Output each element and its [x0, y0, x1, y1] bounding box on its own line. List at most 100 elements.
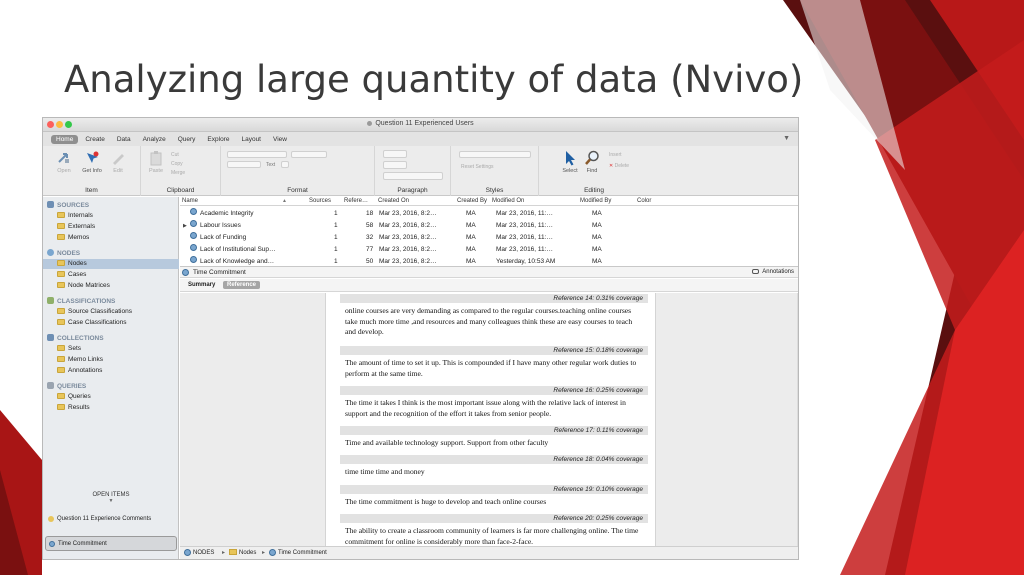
- reference-block: Reference 18: 0.04% coverage time time t…: [340, 455, 648, 478]
- node-icon: [190, 220, 197, 227]
- node-icon: [190, 208, 197, 215]
- nav-item-memo-links[interactable]: Memo Links: [43, 355, 179, 365]
- navigation-pane: SOURCES Internals Externals Memos NODES …: [43, 197, 179, 559]
- column-modified-on[interactable]: Modified On: [492, 198, 524, 204]
- text-color-button[interactable]: Text: [266, 162, 275, 168]
- tab-data[interactable]: Data: [112, 135, 136, 144]
- collapse-ribbon-icon[interactable]: ▼: [783, 135, 790, 142]
- merge-button[interactable]: Merge: [171, 170, 185, 176]
- edit-button[interactable]: Edit: [107, 150, 129, 182]
- speech-bubble-icon: [752, 269, 760, 274]
- reset-settings-button[interactable]: Reset Settings: [461, 164, 494, 170]
- folder-icon: [57, 212, 65, 218]
- table-row[interactable]: Lack of Funding 1 32 Mar 23, 2016, 8:2… …: [180, 232, 798, 244]
- folder-icon: [229, 549, 237, 555]
- indent-buttons[interactable]: [383, 161, 407, 169]
- column-created-by[interactable]: Created By: [457, 198, 487, 204]
- detail-view-header: Time Commitment Annotations: [180, 266, 798, 278]
- nav-item-memos[interactable]: Memos: [43, 233, 179, 243]
- nav-section-collections[interactable]: COLLECTIONS: [47, 334, 104, 343]
- nav-item-case-classifications[interactable]: Case Classifications: [43, 318, 179, 328]
- nav-item-internals[interactable]: Internals: [43, 211, 179, 221]
- breadcrumb-time-commitment[interactable]: Time Commitment: [269, 547, 327, 559]
- annotations-button[interactable]: Annotations: [752, 267, 794, 278]
- nav-item-cases[interactable]: Cases: [43, 270, 179, 280]
- ribbon-group-editing: Select Find Insert ✕ Delete Editing: [539, 146, 649, 196]
- table-row[interactable]: ▶ Labour Issues 1 58 Mar 23, 2016, 8:2… …: [180, 220, 798, 232]
- magnifier-icon: [585, 150, 599, 165]
- delete-button[interactable]: ✕ Delete: [609, 163, 629, 169]
- table-row[interactable]: Lack of Institutional Sup… 1 77 Mar 23, …: [180, 244, 798, 256]
- find-button[interactable]: Find: [581, 150, 603, 182]
- nav-item-source-classifications[interactable]: Source Classifications: [43, 307, 179, 317]
- open-item-question-11[interactable]: Question 11 Experience Comments: [45, 512, 177, 527]
- folder-icon: [57, 271, 65, 277]
- style-select[interactable]: [459, 151, 531, 158]
- nav-item-externals[interactable]: Externals: [43, 222, 179, 232]
- tab-layout[interactable]: Layout: [236, 135, 266, 144]
- reference-page[interactable]: Reference 14: 0.31% coverage online cour…: [325, 293, 656, 546]
- tab-explore[interactable]: Explore: [202, 135, 234, 144]
- folder-icon: [57, 356, 65, 362]
- project-icon: [367, 120, 373, 126]
- detail-tabs: Summary Reference: [180, 279, 798, 292]
- window-title: Question 11 Experienced Users: [43, 120, 798, 127]
- font-size-select[interactable]: [291, 151, 327, 158]
- column-references[interactable]: Refere…: [344, 198, 368, 204]
- copy-button[interactable]: Copy: [171, 161, 183, 167]
- ribbon-tabs: Home Create Data Analyze Query Explore L…: [43, 132, 798, 146]
- collections-icon: [47, 334, 54, 341]
- tab-view[interactable]: View: [268, 135, 292, 144]
- folder-icon: [57, 367, 65, 373]
- nav-item-node-matrices[interactable]: Node Matrices: [43, 281, 179, 291]
- alignment-buttons[interactable]: [383, 172, 443, 180]
- list-buttons[interactable]: [383, 150, 407, 158]
- ribbon-group-clipboard: Paste Cut Copy Merge Clipboard: [141, 146, 221, 196]
- insert-button[interactable]: Insert: [609, 152, 622, 158]
- tab-home[interactable]: Home: [51, 134, 79, 144]
- breadcrumb-nodes-folder[interactable]: Nodes: [229, 547, 256, 559]
- node-icon: [190, 244, 197, 251]
- column-created-on[interactable]: Created On: [378, 198, 409, 204]
- nav-item-queries[interactable]: Queries: [43, 392, 179, 402]
- open-button[interactable]: Open: [53, 150, 75, 182]
- open-icon: [58, 153, 69, 163]
- select-button[interactable]: Select: [559, 150, 581, 182]
- nav-section-queries[interactable]: QUERIES: [47, 382, 86, 391]
- open-item-time-commitment[interactable]: Time Commitment: [45, 536, 177, 551]
- table-row[interactable]: Academic Integrity 1 18 Mar 23, 2016, 8:…: [180, 208, 798, 220]
- ribbon-group-item: Open Get Info Edit Item: [43, 146, 141, 196]
- table-row[interactable]: Lack of Knowledge and… 1 50 Mar 23, 2016…: [180, 256, 798, 266]
- tab-create[interactable]: Create: [80, 135, 110, 144]
- disclosure-triangle-icon[interactable]: ▶: [183, 220, 187, 232]
- cut-button[interactable]: Cut: [171, 152, 179, 158]
- highlight-button[interactable]: [281, 161, 289, 168]
- font-style-buttons[interactable]: [227, 161, 261, 168]
- nav-section-classifications[interactable]: CLASSIFICATIONS: [47, 297, 115, 306]
- tab-query[interactable]: Query: [173, 135, 201, 144]
- nav-section-sources[interactable]: SOURCES: [47, 201, 89, 210]
- tab-summary[interactable]: Summary: [184, 281, 219, 289]
- nav-item-results[interactable]: Results: [43, 403, 179, 413]
- open-items-header[interactable]: OPEN ITEMS ▼: [43, 492, 179, 504]
- get-info-button[interactable]: Get Info: [81, 150, 103, 182]
- sort-ascending-icon[interactable]: ▲: [282, 198, 287, 204]
- reference-block: Reference 14: 0.31% coverage online cour…: [340, 294, 648, 338]
- vertical-scrollbar[interactable]: [797, 293, 798, 546]
- nav-item-nodes[interactable]: Nodes: [43, 259, 179, 269]
- nav-section-nodes[interactable]: NODES: [47, 249, 80, 258]
- queries-icon: [47, 382, 54, 389]
- breadcrumb-nodes-section[interactable]: NODES: [184, 547, 214, 559]
- folder-icon: [57, 260, 65, 266]
- nav-item-annotations[interactable]: Annotations: [43, 366, 179, 376]
- column-color[interactable]: Color: [637, 198, 651, 204]
- font-name-select[interactable]: [227, 151, 287, 158]
- tab-analyze[interactable]: Analyze: [138, 135, 171, 144]
- nav-item-sets[interactable]: Sets: [43, 344, 179, 354]
- ribbon-group-styles: Reset Settings Styles: [451, 146, 539, 196]
- column-sources[interactable]: Sources: [309, 198, 331, 204]
- paste-button[interactable]: Paste: [145, 150, 167, 182]
- column-name[interactable]: Name: [182, 198, 198, 204]
- tab-reference[interactable]: Reference: [223, 281, 261, 289]
- column-modified-by[interactable]: Modified By: [580, 198, 611, 204]
